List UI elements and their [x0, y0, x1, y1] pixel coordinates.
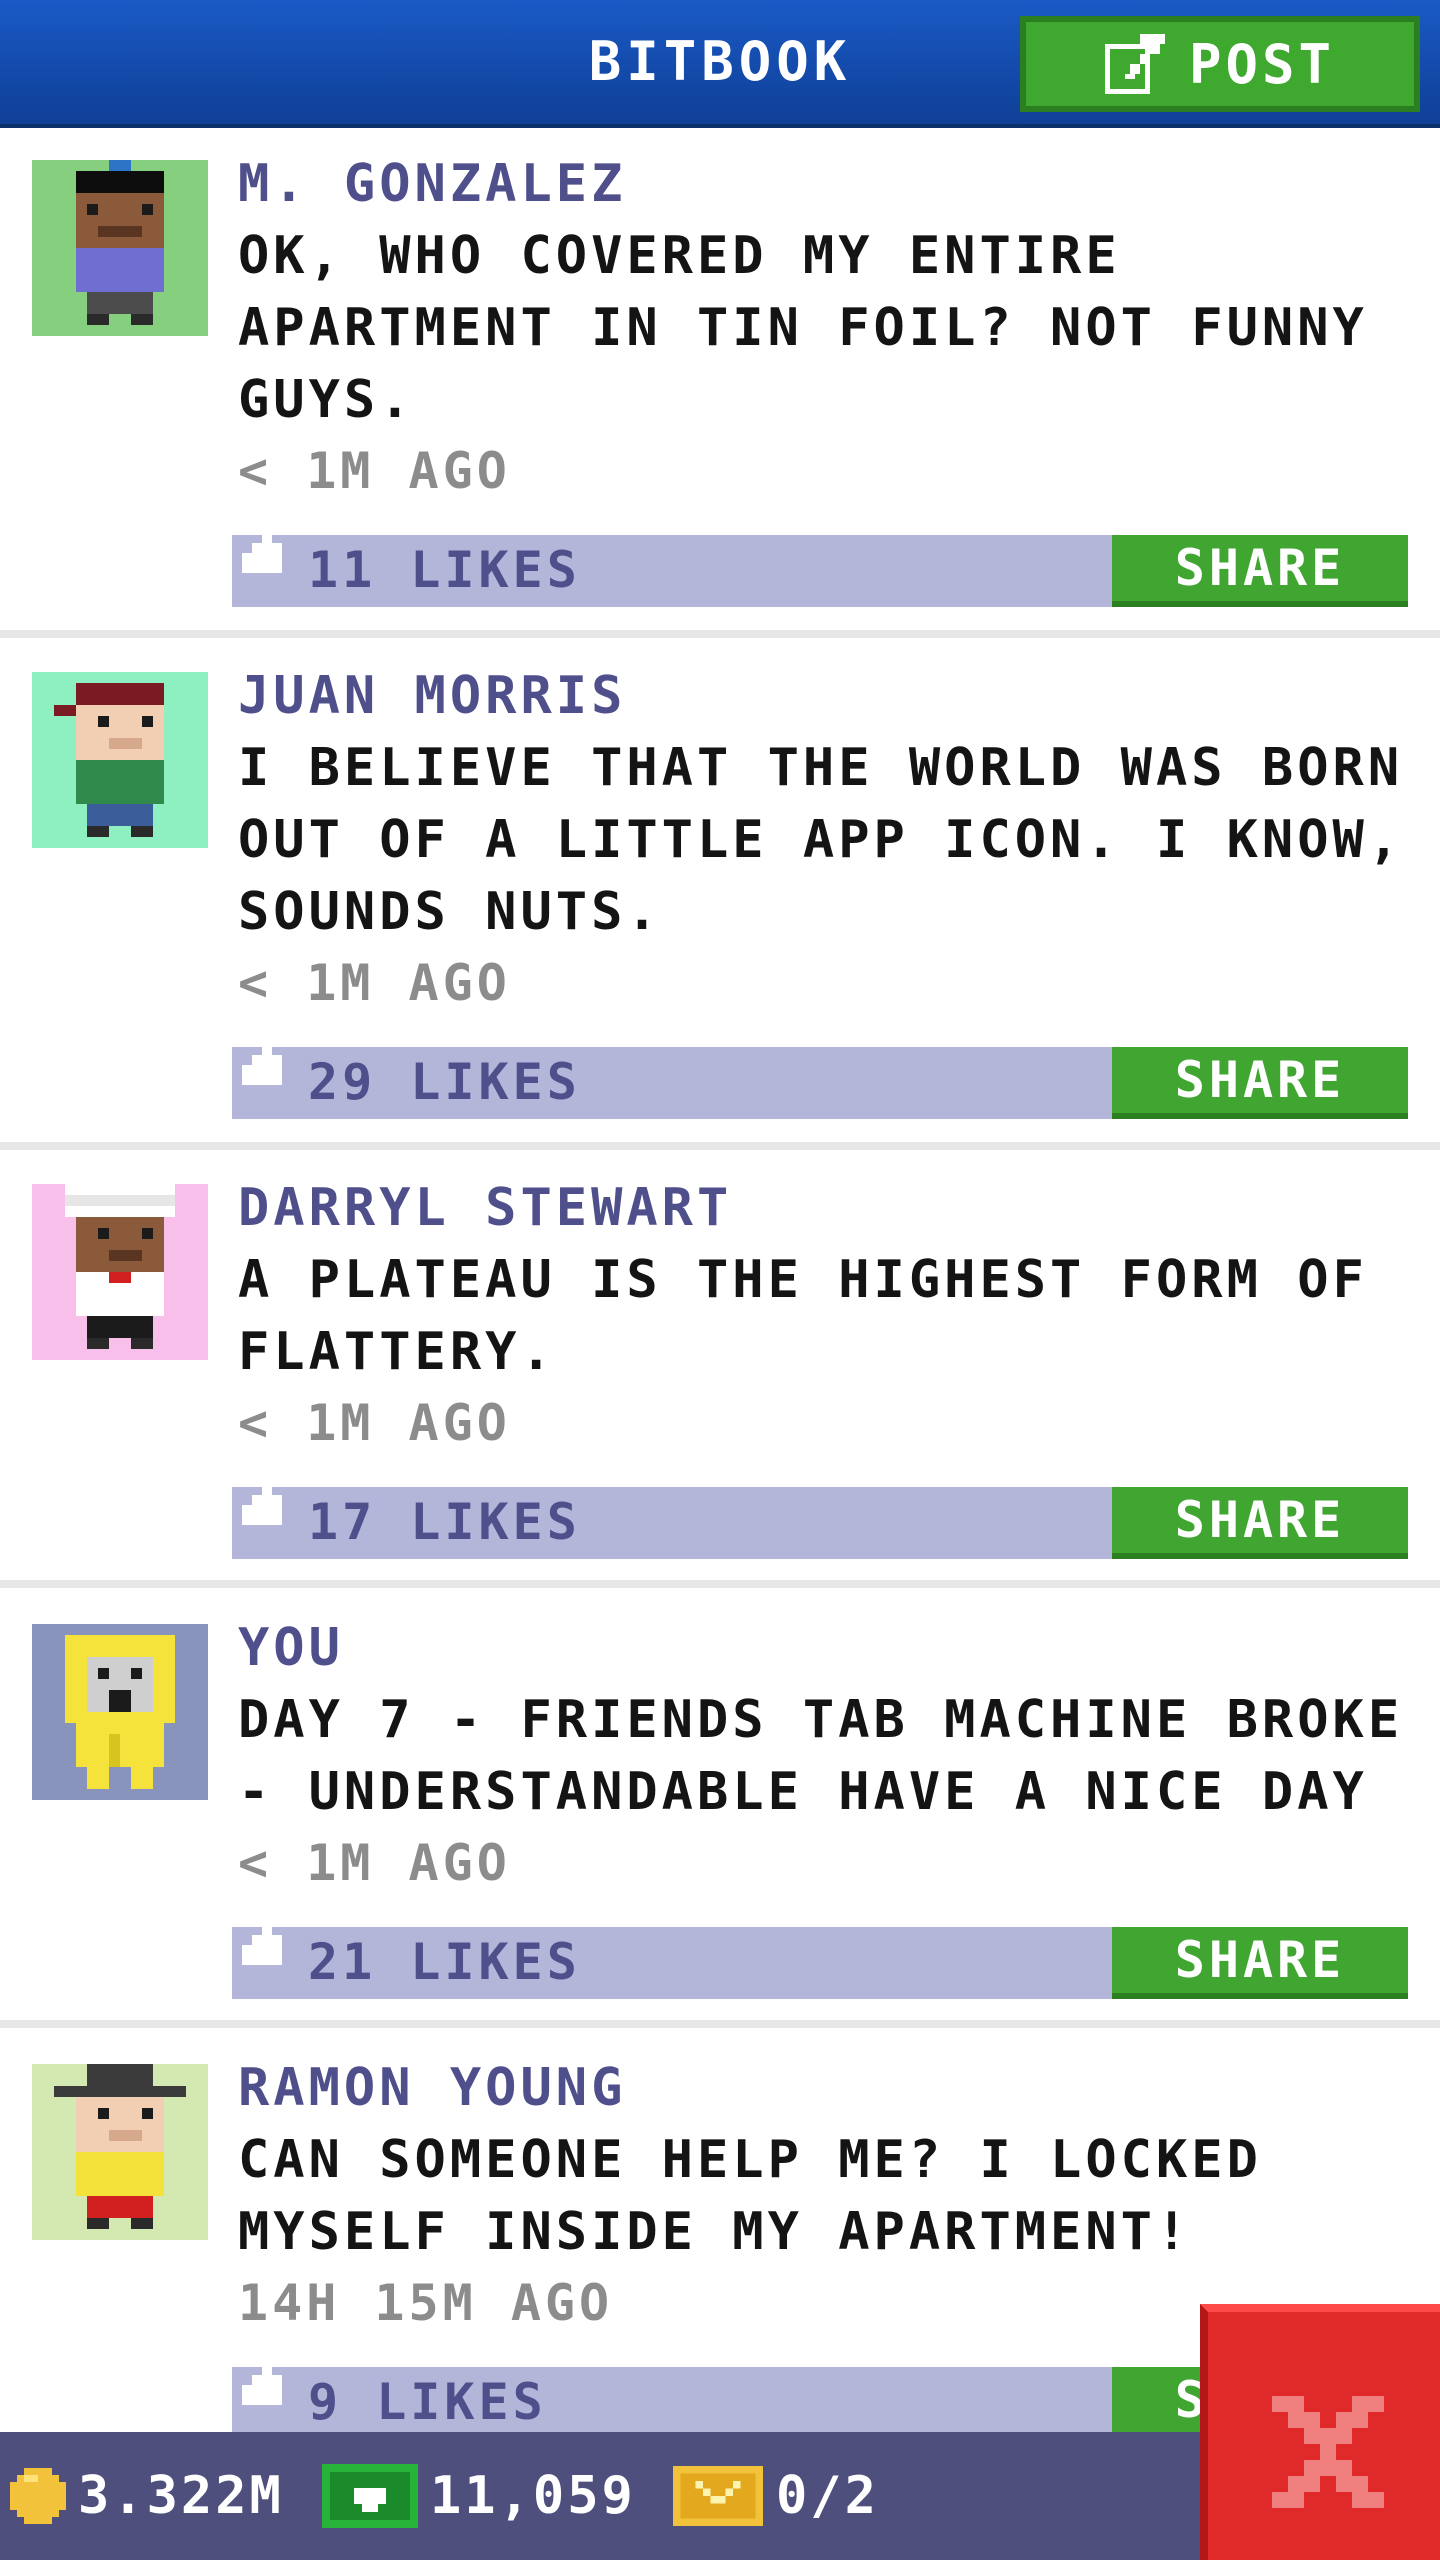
avatar[interactable] — [32, 1624, 208, 1800]
bitizen-avatar-fedora-icon — [54, 2064, 186, 2229]
post-divider — [0, 1580, 1440, 1588]
post-timestamp: < 1M AGO — [238, 1394, 511, 1452]
bitizen-avatar-raincoat-icon — [65, 1635, 175, 1789]
post-author[interactable]: RAMON YOUNG — [238, 2058, 626, 2118]
thumbs-up-icon[interactable] — [242, 1035, 292, 1095]
thumbs-up-icon[interactable] — [242, 1915, 292, 1975]
likes-bar: 17 LIKES SHARE — [232, 1475, 1408, 1559]
ticket-icon — [673, 2466, 763, 2526]
avatar[interactable] — [32, 2064, 208, 2240]
post-author[interactable]: JUAN MORRIS — [238, 666, 626, 726]
bux-value: 11,059 — [430, 2466, 636, 2526]
post-divider — [0, 630, 1440, 638]
feed-post: M. GONZALEZ OK, WHO COVERED MY ENTIRE AP… — [0, 132, 1440, 636]
likes-count: 11 LIKES — [308, 541, 581, 599]
close-button[interactable] — [1200, 2304, 1440, 2560]
share-button[interactable]: SHARE — [1112, 1047, 1408, 1119]
post-text: CAN SOMEONE HELP ME? I LOCKED MYSELF INS… — [238, 2130, 1262, 2262]
avatar[interactable] — [32, 160, 208, 336]
share-button[interactable]: SHARE — [1112, 535, 1408, 607]
likes-bar: 11 LIKES SHARE — [232, 523, 1408, 607]
likes-bar: 21 LIKES SHARE — [232, 1915, 1408, 1999]
thumbs-up-icon[interactable] — [242, 2355, 292, 2415]
share-button[interactable]: SHARE — [1112, 1927, 1408, 1999]
likes-count: 29 LIKES — [308, 1053, 581, 1111]
feed-post: DARRYL STEWART A PLATEAU IS THE HIGHEST … — [0, 1156, 1440, 1588]
bux-icon — [322, 2464, 418, 2528]
post-timestamp: < 1M AGO — [238, 954, 511, 1012]
avatar[interactable] — [32, 672, 208, 848]
coins-value: 3.322M — [78, 2466, 284, 2526]
likes-count: 9 LIKES — [308, 2373, 547, 2431]
thumbs-up-icon[interactable] — [242, 1475, 292, 1535]
post-text: I BELIEVE THAT THE WORLD WAS BORN OUT OF… — [238, 738, 1404, 942]
post-button[interactable]: POST — [1020, 16, 1420, 112]
thumbs-up-icon[interactable] — [242, 523, 292, 583]
tickets-value: 0/2 — [776, 2466, 879, 2526]
coin-icon — [10, 2468, 66, 2524]
post-text: OK, WHO COVERED MY ENTIRE APARTMENT IN T… — [238, 226, 1368, 430]
post-timestamp: < 1M AGO — [238, 1834, 511, 1892]
post-timestamp: 14H 15M AGO — [238, 2274, 614, 2332]
feed-post: JUAN MORRIS I BELIEVE THAT THE WORLD WAS… — [0, 644, 1440, 1148]
bitizen-avatar-cap-icon — [54, 683, 164, 837]
post-button-label: POST — [1188, 32, 1336, 96]
likes-count: 17 LIKES — [308, 1493, 581, 1551]
post-author[interactable]: YOU — [238, 1618, 344, 1678]
post-author[interactable]: M. GONZALEZ — [238, 154, 626, 214]
feed-post: YOU DAY 7 - FRIENDS TAB MACHINE BROKE - … — [0, 1596, 1440, 2028]
bux-stat[interactable]: 11,059 — [322, 2460, 636, 2532]
likes-count: 21 LIKES — [308, 1933, 581, 1991]
post-divider — [0, 1142, 1440, 1150]
coins-stat[interactable]: 3.322M — [10, 2460, 284, 2532]
post-text: A PLATEAU IS THE HIGHEST FORM OF FLATTER… — [238, 1250, 1368, 1382]
bitizen-avatar-beanie-icon — [76, 160, 164, 325]
post-divider — [0, 2020, 1440, 2028]
likes-bar: 29 LIKES SHARE — [232, 1035, 1408, 1119]
share-button[interactable]: SHARE — [1112, 1487, 1408, 1559]
post-timestamp: < 1M AGO — [238, 442, 511, 500]
close-x-icon — [1272, 2396, 1384, 2508]
tickets-stat[interactable]: 0/2 — [672, 2460, 879, 2532]
post-author[interactable]: DARRYL STEWART — [238, 1178, 732, 1238]
post-text: DAY 7 - FRIENDS TAB MACHINE BROKE - UNDE… — [238, 1690, 1404, 1822]
avatar[interactable] — [32, 1184, 208, 1360]
app-header: BITBOOK POST — [0, 0, 1440, 128]
bitizen-avatar-chef-icon — [65, 1184, 175, 1349]
edit-icon — [1104, 34, 1165, 94]
